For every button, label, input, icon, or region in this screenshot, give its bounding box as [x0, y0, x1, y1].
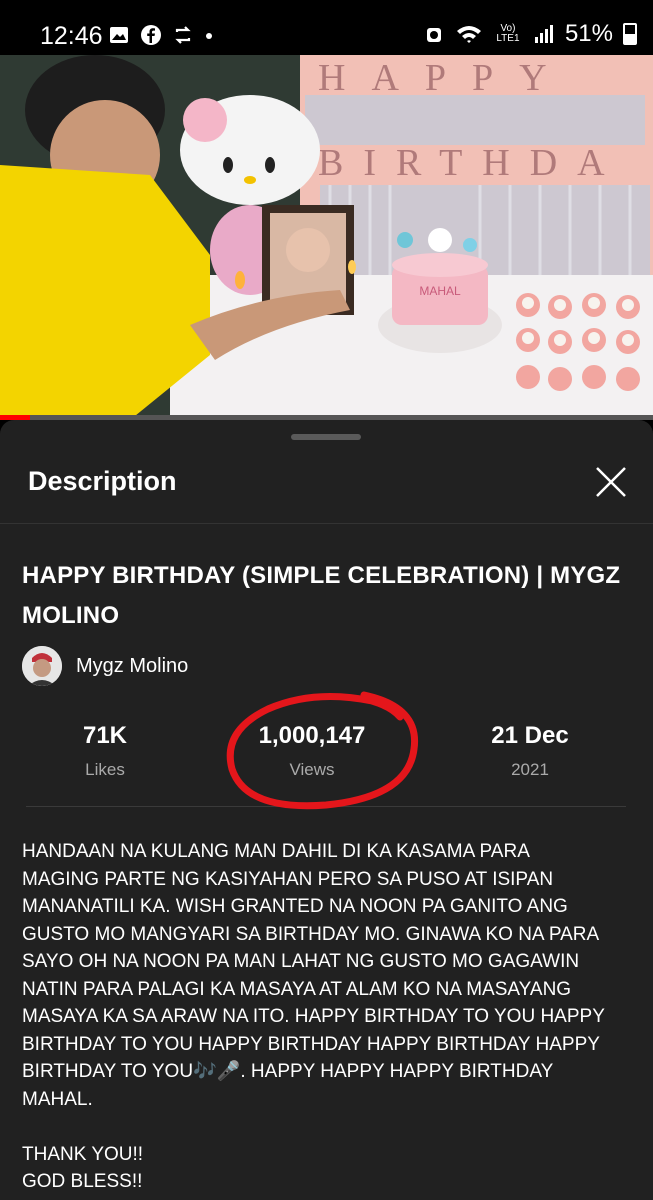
channel-name[interactable]: Mygz Molino — [76, 655, 188, 678]
drag-handle[interactable] — [291, 434, 361, 440]
banner-text-2: BIRTHDA — [318, 142, 625, 184]
views-label: Views — [289, 760, 335, 779]
dot-icon — [206, 33, 212, 39]
likes-stat: 71K Likes — [60, 722, 150, 780]
likes-label: Likes — [85, 760, 125, 779]
likes-count: 71K — [82, 722, 128, 749]
divider — [26, 806, 626, 807]
description-text: HANDAAN NA KULANG MAN DAHIL DI KA KASAMA… — [22, 841, 605, 1192]
wifi-icon — [456, 26, 481, 43]
banner-text-1: HAPPY — [318, 57, 573, 99]
battery-icon — [623, 23, 637, 45]
network-label: Vo) LTE1 — [496, 23, 520, 44]
system-icons: Vo) LTE1 51% — [423, 20, 637, 48]
battery-percent: 51% — [564, 20, 613, 47]
video-title: HAPPY BIRTHDAY (SIMPLE CELEBRATION) | MY… — [22, 562, 621, 629]
publish-date: 21 Dec — [491, 722, 569, 749]
date-stat: 21 Dec 2021 — [480, 722, 580, 780]
description-sheet: Description HAPPY BIRTHDAY (SIMPLE CELEB… — [0, 420, 653, 1200]
alarm-icon — [426, 28, 441, 42]
sheet-header: Description — [0, 448, 653, 524]
notification-icons — [108, 24, 214, 46]
signal-icon — [534, 25, 553, 43]
views-count: 1,000,147 — [258, 722, 366, 749]
avatar[interactable] — [22, 646, 62, 686]
channel-row[interactable]: Mygz Molino — [22, 646, 188, 686]
close-icon[interactable] — [591, 462, 631, 502]
video-player[interactable]: HAPPY BIRTHDA MAHAL — [0, 55, 653, 420]
retweet-icon — [175, 26, 191, 44]
clock: 12:46 — [40, 22, 103, 50]
views-stat: 1,000,147 Views — [246, 722, 378, 780]
cake-text: MAHAL — [419, 284, 461, 298]
publish-year: 2021 — [511, 760, 549, 779]
video-frame: HAPPY BIRTHDA MAHAL — [0, 55, 653, 420]
facebook-icon — [141, 25, 161, 45]
sheet-title: Description — [28, 466, 177, 496]
gallery-icon — [110, 27, 128, 43]
